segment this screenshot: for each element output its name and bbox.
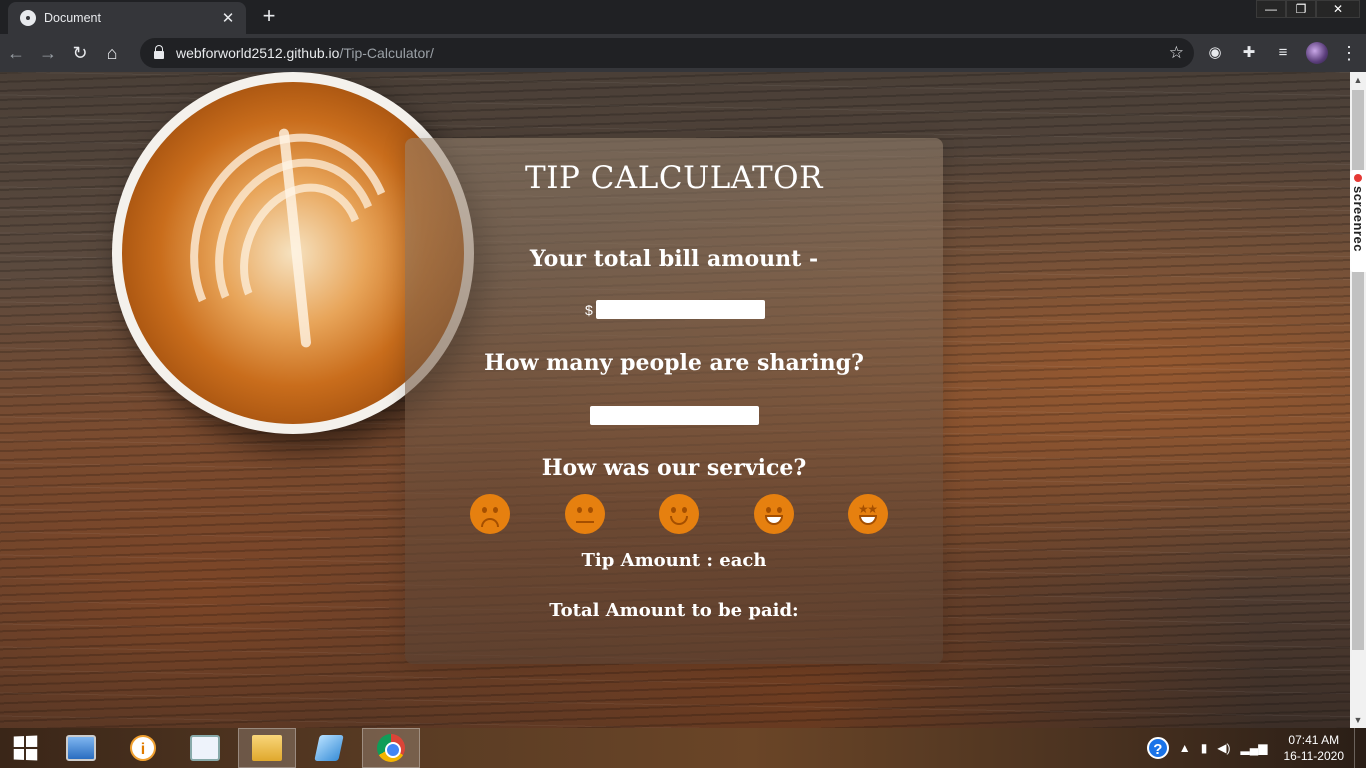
taskbar-info-app[interactable]: i — [114, 728, 172, 768]
tab-close-icon[interactable]: ✕ — [220, 9, 236, 27]
scroll-up-icon[interactable]: ▲ — [1350, 72, 1366, 88]
page-background: TIP CALCULATOR Your total bill amount - … — [0, 72, 1350, 728]
computer-icon — [66, 735, 96, 761]
service-rating: ★ ★ — [470, 494, 888, 534]
record-dot-icon — [1354, 174, 1362, 182]
page-title: TIP CALCULATOR — [525, 160, 823, 196]
sad-face-icon[interactable] — [470, 494, 510, 534]
restore-button[interactable]: ❐ — [1286, 0, 1316, 18]
clock-date: 16-11-2020 — [1283, 749, 1345, 763]
volume-icon[interactable]: ◀) — [1217, 741, 1230, 755]
window-close-button[interactable]: ✕ — [1316, 0, 1360, 18]
signal-icon[interactable]: ▂▄▆ — [1241, 741, 1268, 755]
minimize-button[interactable]: — — [1256, 0, 1286, 18]
star-eyes-face-icon[interactable]: ★ ★ — [848, 494, 888, 534]
windows-logo-icon — [13, 735, 38, 761]
address-bar[interactable]: webforworld2512.github.io/Tip-Calculator… — [140, 38, 1194, 68]
dollar-sign: $ — [585, 301, 593, 318]
clock-time: 07:41 AM — [1288, 733, 1340, 747]
url-path: /Tip-Calculator/ — [339, 45, 434, 61]
globe-icon — [20, 10, 36, 26]
taskbar-window-app[interactable] — [176, 728, 234, 768]
neutral-face-icon[interactable] — [564, 494, 605, 534]
tip-calculator-card: TIP CALCULATOR Your total bill amount - … — [405, 138, 943, 664]
taskbar: i ? ▲ ▮ ◀) ▂▄▆ 07:41 AM 16-11-2020 — [0, 728, 1366, 768]
home-icon[interactable]: ⌂ — [96, 38, 128, 68]
folder-icon — [252, 735, 282, 761]
reload-icon[interactable]: ↻ — [64, 38, 96, 68]
people-question: How many people are sharing? — [484, 350, 864, 376]
help-icon[interactable]: ? — [1146, 737, 1169, 759]
screenrec-widget[interactable]: screenrec — [1350, 170, 1366, 272]
browser-tabstrip: Document ✕ + — ❐ ✕ — [0, 0, 1366, 34]
taskbar-chrome[interactable] — [362, 728, 420, 768]
window-icon — [190, 735, 220, 761]
profile-avatar[interactable] — [1306, 42, 1328, 64]
people-count-input[interactable] — [590, 406, 759, 425]
info-icon: i — [130, 735, 156, 761]
taskbar-computer[interactable] — [52, 728, 110, 768]
total-amount-text: Total Amount to be paid: — [549, 600, 799, 621]
show-desktop-button[interactable] — [1354, 728, 1366, 768]
taskbar-notes-app[interactable] — [300, 728, 358, 768]
smile-face-icon[interactable] — [659, 494, 699, 534]
bookmark-star-icon[interactable]: ☆ — [1169, 43, 1184, 63]
screenrec-label: screenrec — [1351, 186, 1366, 252]
url-host: webforworld2512.github.io — [176, 45, 340, 61]
network-icon[interactable]: ▮ — [1201, 741, 1208, 755]
tray-expand-icon[interactable]: ▲ — [1179, 741, 1191, 755]
service-question: How was our service? — [541, 455, 807, 481]
back-arrow-icon[interactable]: ← — [0, 38, 32, 68]
puzzle-icon[interactable]: ✚ — [1238, 42, 1260, 64]
bill-question: Your total bill amount - — [529, 246, 819, 272]
grin-face-icon[interactable] — [753, 494, 794, 534]
browser-toolbar: ← → ↻ ⌂ webforworld2512.github.io/Tip-Ca… — [0, 34, 1366, 72]
notes-icon — [314, 735, 344, 761]
taskbar-file-explorer[interactable] — [238, 728, 296, 768]
menu-dots-icon[interactable]: ⋮ — [1340, 43, 1358, 64]
system-tray: ? ▲ ▮ ◀) ▂▄▆ 07:41 AM 16-11-2020 — [1146, 728, 1366, 768]
taskbar-clock[interactable]: 07:41 AM 16-11-2020 — [1284, 732, 1345, 764]
tip-amount-text: Tip Amount : each — [581, 550, 767, 571]
media-queue-icon[interactable]: ≡ — [1272, 42, 1294, 64]
bill-row: $ — [585, 300, 765, 319]
tab-title: Document — [44, 11, 101, 25]
scroll-down-icon[interactable]: ▼ — [1350, 712, 1366, 728]
new-tab-button[interactable]: + — [256, 5, 282, 29]
start-button[interactable] — [0, 728, 50, 768]
extension-icons: ◉ ✚ ≡ ⋮ — [1204, 42, 1358, 64]
bill-amount-input[interactable] — [595, 300, 765, 319]
forward-arrow-icon[interactable]: → — [32, 38, 64, 68]
window-controls: — ❐ ✕ — [1256, 0, 1360, 18]
chrome-icon — [377, 734, 405, 762]
extension-face-icon[interactable]: ◉ — [1204, 42, 1226, 64]
lock-icon — [154, 45, 164, 59]
browser-tab[interactable]: Document ✕ — [8, 2, 246, 34]
